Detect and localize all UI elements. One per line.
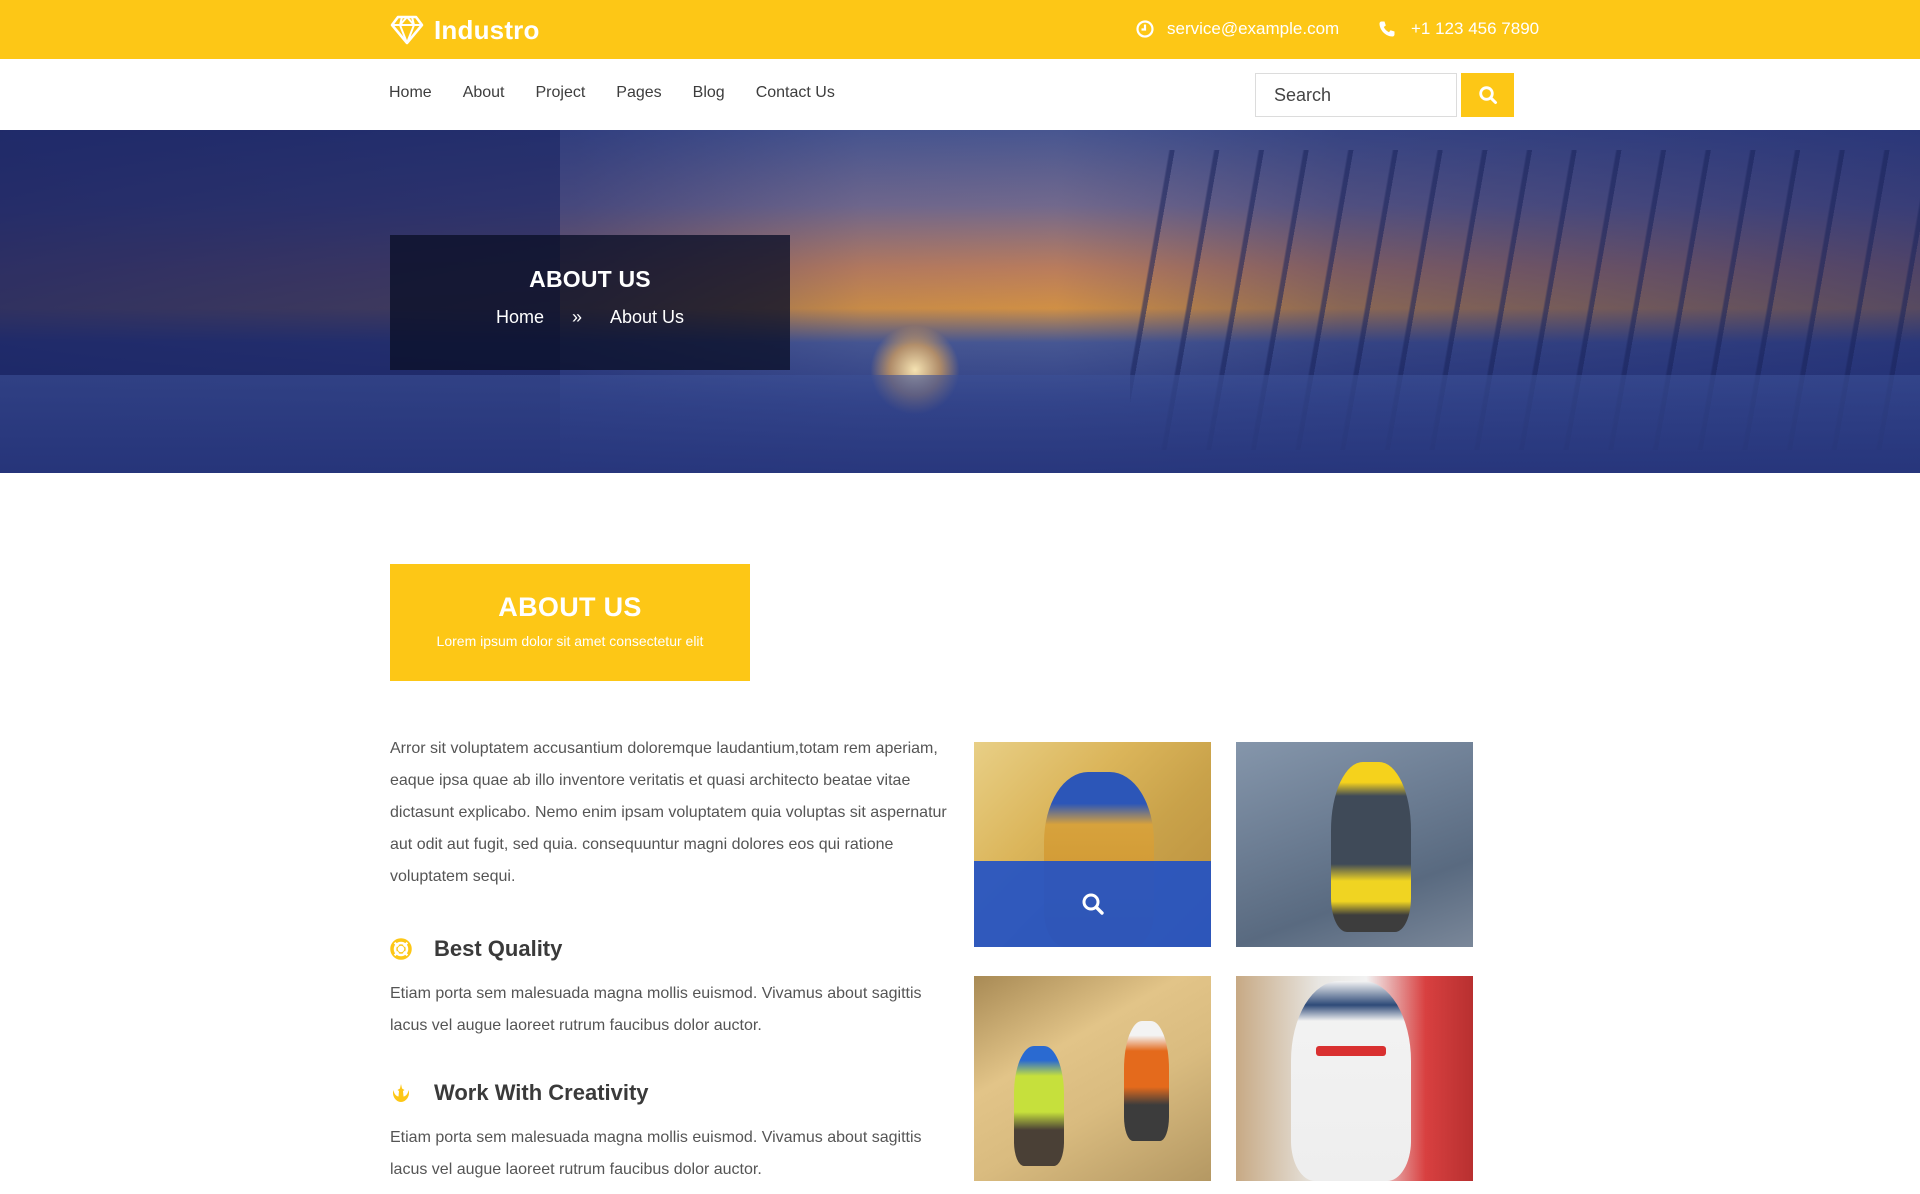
hero-water xyxy=(0,375,1920,473)
search-button[interactable] xyxy=(1461,73,1514,117)
search-icon xyxy=(1082,893,1104,915)
about-title: ABOUT US xyxy=(498,592,642,622)
nav-item-project[interactable]: Project xyxy=(536,81,586,105)
phone-text: +1 123 456 7890 xyxy=(1411,19,1540,38)
nav-item-contact-us[interactable]: Contact Us xyxy=(756,81,835,105)
breadcrumb-current: About Us xyxy=(609,307,685,327)
feature-best-quality: Best Quality xyxy=(390,934,562,964)
clock-icon xyxy=(1136,20,1154,38)
page-title-box: ABOUT US Home » About Us xyxy=(390,235,790,370)
feature-title: Work With Creativity xyxy=(434,1080,649,1105)
breadcrumb-home[interactable]: Home xyxy=(496,307,544,328)
hero-banner: ABOUT US Home » About Us xyxy=(0,130,1920,473)
feature-text: Etiam porta sem malesuada magna mollis e… xyxy=(390,1129,922,1178)
rebel-icon xyxy=(393,1084,409,1102)
about-subtitle: Lorem ipsum dolor sit amet consectetur e… xyxy=(436,633,704,649)
image-subject xyxy=(1291,981,1411,1181)
search-input[interactable] xyxy=(1255,73,1457,117)
image-subject xyxy=(1124,1021,1169,1141)
about-heading-box: ABOUT US Lorem ipsum dolor sit amet cons… xyxy=(390,564,750,681)
feature-work-with-creativity: Work With Creativity xyxy=(390,1078,649,1108)
gallery-image-hazmat-worker[interactable] xyxy=(1236,976,1473,1181)
nav-item-about[interactable]: About xyxy=(463,81,505,105)
diamond-icon xyxy=(390,15,424,45)
image-subject xyxy=(1014,1046,1064,1166)
lifebuoy-icon xyxy=(390,938,412,960)
feature-title: Best Quality xyxy=(434,936,563,961)
gallery-image-construction[interactable] xyxy=(974,976,1211,1181)
nav-item-home[interactable]: Home xyxy=(389,81,432,105)
feature-text: Etiam porta sem malesuada magna mollis e… xyxy=(390,985,922,1034)
image-subject xyxy=(1331,762,1411,932)
image-detail xyxy=(1316,1046,1386,1056)
nav-item-blog[interactable]: Blog xyxy=(693,81,725,105)
about-intro-text: Arror sit voluptatem accusantium dolorem… xyxy=(390,740,947,885)
page-title: ABOUT US xyxy=(529,266,651,292)
logo-text: Industro xyxy=(434,14,540,45)
image-hover-overlay[interactable] xyxy=(974,861,1211,947)
logo[interactable]: Industro xyxy=(390,13,540,47)
breadcrumb: Home » About Us xyxy=(390,307,790,328)
contact-email[interactable]: service@example.com xyxy=(1136,17,1339,41)
gallery-image-rope-worker[interactable] xyxy=(1236,742,1473,947)
email-text: service@example.com xyxy=(1167,19,1340,38)
main-nav: Home About Project Pages Blog Contact Us xyxy=(389,81,835,105)
nav-item-pages[interactable]: Pages xyxy=(616,81,661,105)
search-icon xyxy=(1478,86,1497,104)
main-navbar: Home About Project Pages Blog Contact Us xyxy=(0,59,1920,130)
breadcrumb-separator-icon: » xyxy=(571,307,582,327)
phone-icon xyxy=(1379,21,1395,37)
gallery-image-firefighter[interactable] xyxy=(974,742,1211,947)
contact-phone[interactable]: +1 123 456 7890 xyxy=(1378,17,1539,41)
top-bar: Industro service@example.com +1 123 456 … xyxy=(0,0,1920,59)
